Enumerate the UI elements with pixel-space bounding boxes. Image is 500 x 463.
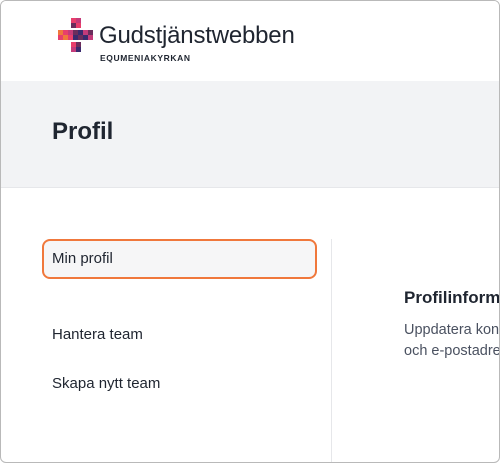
sidebar-item-hantera-team[interactable]: Hantera team (42, 315, 317, 355)
sidebar-item-min-profil[interactable]: Min profil (42, 239, 317, 279)
section-description-line-1: Uppdatera kontots profilinformation (404, 322, 499, 338)
brand-subtitle: EQUMENIAKYRKAN (100, 53, 191, 63)
page-title: Profil (52, 118, 114, 145)
section-description-line-2: och e-postadress. (404, 343, 499, 359)
section-description: Uppdatera kontots profilinformation och … (404, 320, 499, 362)
sidebar-item-label: Skapa nytt team (52, 375, 161, 392)
section-title: Profilinformation (404, 288, 499, 307)
brand-name: Gudstjänstwebben (99, 22, 295, 49)
cross-mosaic-icon (58, 18, 93, 52)
sidebar-item-label: Min profil (52, 250, 113, 267)
main-content: Profilinformation Uppdatera kontots prof… (332, 188, 499, 462)
page-header: Profil (1, 81, 499, 188)
sidebar-item-label: Hantera team (52, 326, 143, 343)
app-window: Gudstjänstwebben EQUMENIAKYRKAN Profil M… (0, 0, 500, 463)
top-bar: Gudstjänstwebben EQUMENIAKYRKAN (1, 1, 499, 81)
profile-sidebar: Min profil Hantera team Skapa nytt team (1, 188, 331, 462)
sidebar-item-skapa-nytt-team[interactable]: Skapa nytt team (42, 364, 317, 404)
